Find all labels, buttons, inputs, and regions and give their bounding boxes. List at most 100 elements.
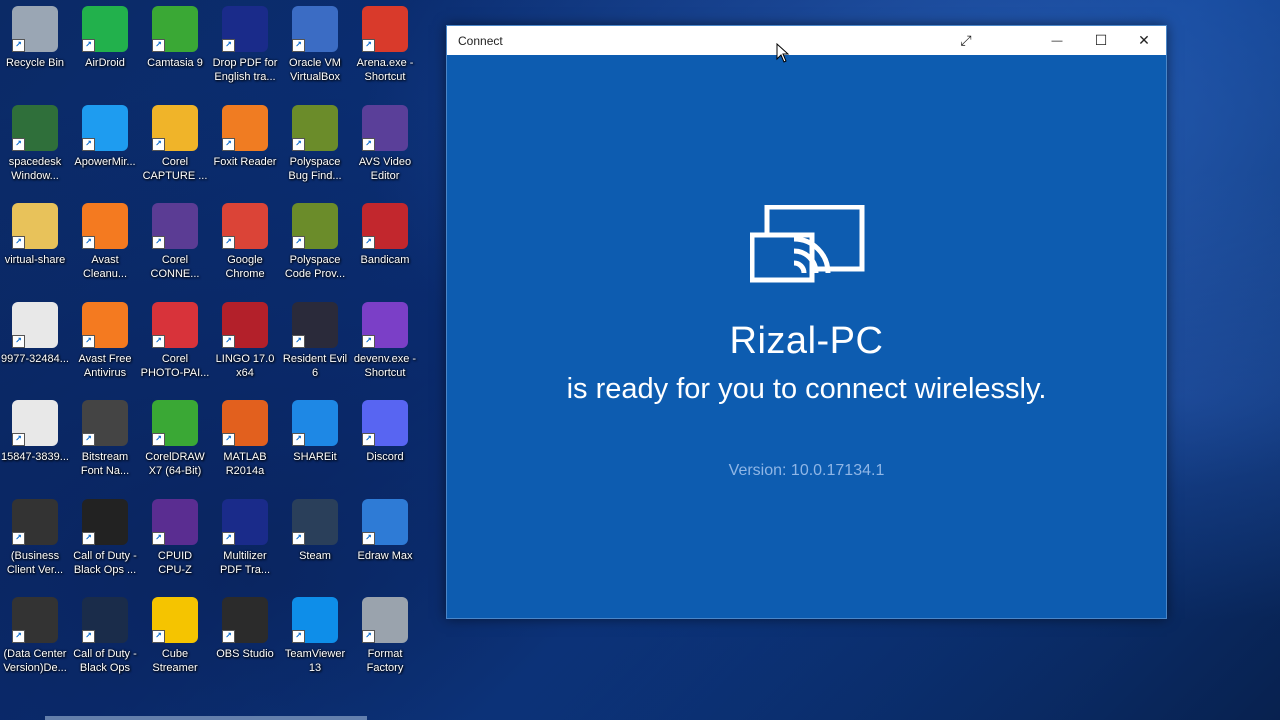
desktop-icon-label: MATLAB R2014a <box>223 451 267 477</box>
obs-icon: ↗ <box>222 597 268 643</box>
desktop-icon[interactable]: ↗ spacedesk Window... <box>0 99 70 195</box>
desktop-icon[interactable]: ↗ Steam <box>280 493 350 589</box>
avast-icon: ↗ <box>82 302 128 348</box>
document-icon: ↗ <box>12 400 58 446</box>
desktop-icon[interactable]: ↗ ApowerMir... <box>70 99 140 195</box>
desktop-icon[interactable]: ↗ Drop PDF for English tra... <box>210 0 280 96</box>
desktop-icon[interactable]: ↗ virtual-share <box>0 197 70 293</box>
maximize-button[interactable]: ☐ <box>1079 26 1123 55</box>
connect-window: Connect ⤢ — ☐ ✕ Rizal-PC is ready for yo… <box>446 25 1167 619</box>
minimize-button[interactable]: — <box>1035 26 1079 55</box>
desktop-icon[interactable]: ↗ (Business Client Ver... <box>0 493 70 589</box>
desktop-icon[interactable]: ↗ 15847-3839... <box>0 394 70 490</box>
shortcut-arrow-icon: ↗ <box>362 39 375 52</box>
desktop-icon[interactable]: ↗ Oracle VM VirtualBox <box>280 0 350 96</box>
desktop-icon[interactable]: ↗ TeamViewer 13 <box>280 591 350 687</box>
polyspace-icon: ↗ <box>292 105 338 151</box>
document-icon: ↗ <box>12 302 58 348</box>
desktop-icon[interactable]: ↗ 9977-32484... <box>0 296 70 392</box>
desktop-icon[interactable]: ↗ Edraw Max <box>350 493 420 589</box>
shortcut-arrow-icon: ↗ <box>12 39 25 52</box>
fullscreen-button[interactable]: ⤢ <box>944 26 988 55</box>
maximize-icon: ☐ <box>1094 32 1108 48</box>
shortcut-arrow-icon: ↗ <box>362 335 375 348</box>
shortcut-arrow-icon: ↗ <box>82 630 95 643</box>
desktop-icon[interactable]: ↗ Call of Duty - Black Ops ... <box>70 493 140 589</box>
desktop-icon-label: Edraw Max <box>357 550 413 562</box>
desktop-icon-label: spacedesk Window... <box>8 156 62 182</box>
visual-studio-icon: ↗ <box>362 302 408 348</box>
desktop-icon[interactable]: ↗ (Data Center Version)De... <box>0 591 70 687</box>
desktop-icon[interactable]: ↗ Recycle Bin <box>0 0 70 96</box>
desktop-icon[interactable]: ↗ AVS Video Editor <box>350 99 420 195</box>
desktop-icon-label: CPUID CPU-Z <box>157 550 193 576</box>
desktop-icon[interactable]: ↗ Cube Streamer <box>140 591 210 687</box>
desktop-icon[interactable]: ↗ Call of Duty - Black Ops <box>70 591 140 687</box>
connect-content: Rizal-PC is ready for you to connect wir… <box>447 55 1166 618</box>
desktop-icon[interactable]: ↗ Polyspace Bug Find... <box>280 99 350 195</box>
folder-icon: ↗ <box>12 203 58 249</box>
desktop-icon[interactable]: ↗ CPUID CPU-Z <box>140 493 210 589</box>
desktop-icon[interactable]: ↗ devenv.exe - Shortcut <box>350 296 420 392</box>
desktop-icon[interactable]: ↗ OBS Studio <box>210 591 280 687</box>
desktop-icon[interactable]: ↗ Corel CONNE... <box>140 197 210 293</box>
desktop-icon[interactable]: ↗ Bitstream Font Na... <box>70 394 140 490</box>
desktop-icon-label: CorelDRAW X7 (64-Bit) <box>145 451 205 477</box>
desktop-icon[interactable]: ↗ Discord <box>350 394 420 490</box>
shortcut-arrow-icon: ↗ <box>222 138 235 151</box>
desktop-icon[interactable]: ↗ Format Factory <box>350 591 420 687</box>
desktop-icons-area: ↗ Recycle Bin ↗ AirDroid ↗ Camtasia 9 ↗ Drop PD… <box>0 0 450 700</box>
shortcut-arrow-icon: ↗ <box>292 433 305 446</box>
desktop-icon-label: Bitstream Font Na... <box>80 451 130 477</box>
shortcut-arrow-icon: ↗ <box>152 433 165 446</box>
mouse-cursor-icon <box>776 43 790 63</box>
desktop-icon[interactable]: ↗ Arena.exe - Shortcut <box>350 0 420 96</box>
desktop-icon[interactable]: ↗ Polyspace Code Prov... <box>280 197 350 293</box>
desktop-icon[interactable]: ↗ Avast Cleanu... <box>70 197 140 293</box>
desktop-icon-label: AirDroid <box>85 57 125 69</box>
desktop-icon[interactable]: ↗ SHAREit <box>280 394 350 490</box>
desktop-icon[interactable]: ↗ MATLAB R2014a <box>210 394 280 490</box>
foxit-icon: ↗ <box>222 105 268 151</box>
desktop-icon[interactable]: ↗ Google Chrome <box>210 197 280 293</box>
shortcut-arrow-icon: ↗ <box>292 532 305 545</box>
desktop-icon[interactable]: ↗ Foxit Reader <box>210 99 280 195</box>
desktop-icon-label: Drop PDF for English tra... <box>212 57 278 83</box>
desktop-icon-label: Format Factory <box>366 648 404 674</box>
desktop-icon[interactable]: ↗ CorelDRAW X7 (64-Bit) <box>140 394 210 490</box>
desktop-icon[interactable]: ↗ AirDroid <box>70 0 140 96</box>
shortcut-arrow-icon: ↗ <box>362 532 375 545</box>
close-button[interactable]: ✕ <box>1122 26 1166 55</box>
cod-icon: ↗ <box>82 597 128 643</box>
shortcut-arrow-icon: ↗ <box>222 236 235 249</box>
desktop-icon[interactable]: ↗ Corel CAPTURE ... <box>140 99 210 195</box>
version-text: Version: 10.0.17134.1 <box>728 462 885 479</box>
desktop-icon-label: Corel CONNE... <box>150 254 200 280</box>
shortcut-arrow-icon: ↗ <box>152 236 165 249</box>
polyspace-code-icon: ↗ <box>292 203 338 249</box>
shortcut-arrow-icon: ↗ <box>362 433 375 446</box>
window-titlebar[interactable]: Connect ⤢ — ☐ ✕ <box>447 26 1166 55</box>
desktop-icon[interactable]: ↗ Avast Free Antivirus <box>70 296 140 392</box>
camtasia-icon: ↗ <box>152 6 198 52</box>
shortcut-arrow-icon: ↗ <box>12 630 25 643</box>
desktop-icon[interactable]: ↗ LINGO 17.0 x64 <box>210 296 280 392</box>
shortcut-arrow-icon: ↗ <box>82 433 95 446</box>
desktop-icon-label: 15847-3839... <box>1 451 69 463</box>
resident-evil-icon: ↗ <box>292 302 338 348</box>
desktop-icon-label: Call of Duty - Black Ops ... <box>73 550 137 576</box>
desktop-icon[interactable]: ↗ Bandicam <box>350 197 420 293</box>
shortcut-arrow-icon: ↗ <box>82 236 95 249</box>
format-factory-icon: ↗ <box>362 597 408 643</box>
desktop-icon-label: Corel CAPTURE ... <box>142 156 208 182</box>
shortcut-arrow-icon: ↗ <box>12 138 25 151</box>
desktop-icon[interactable]: ↗ Camtasia 9 <box>140 0 210 96</box>
desktop-icon[interactable]: ↗ Resident Evil 6 <box>280 296 350 392</box>
desktop-icon[interactable]: ↗ Multilizer PDF Tra... <box>210 493 280 589</box>
shortcut-arrow-icon: ↗ <box>82 532 95 545</box>
cube-streamer-icon: ↗ <box>152 597 198 643</box>
teamviewer-icon: ↗ <box>292 597 338 643</box>
desktop-icon[interactable]: ↗ Corel PHOTO-PAI... <box>140 296 210 392</box>
shareit-icon: ↗ <box>292 400 338 446</box>
shortcut-arrow-icon: ↗ <box>222 630 235 643</box>
